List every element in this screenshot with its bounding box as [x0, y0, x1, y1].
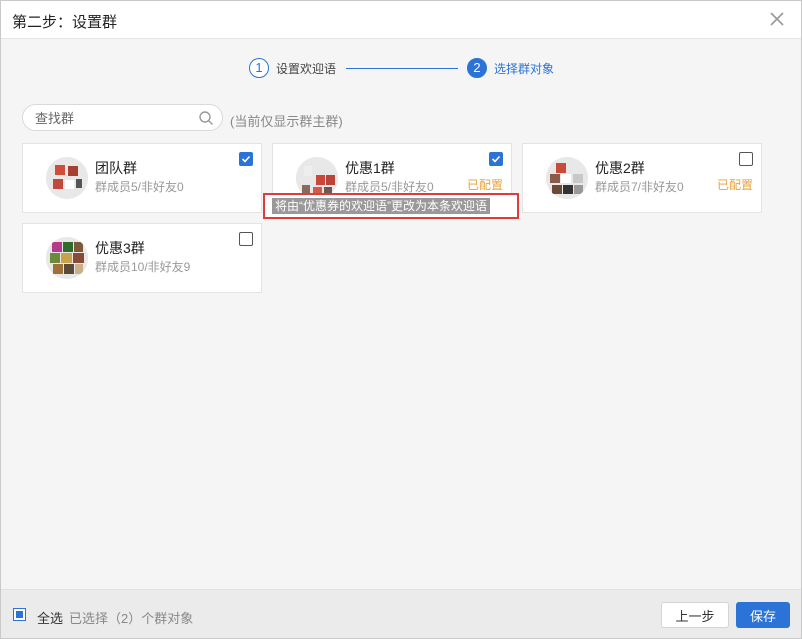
- group-checkbox[interactable]: [239, 152, 253, 166]
- title-bar: 第二步：设置群: [1, 1, 801, 39]
- step-1-label: 设置欢迎语: [276, 62, 337, 76]
- group-name: 团队群: [95, 160, 137, 176]
- group-checkbox[interactable]: [489, 152, 503, 166]
- welcome-change-tooltip: 将由“优惠券的欢迎语”更改为本条欢迎语: [272, 198, 490, 214]
- group-member-count: 群成员10/非好友9: [95, 260, 191, 274]
- select-all-label[interactable]: 全选: [37, 608, 63, 627]
- step-connector: [346, 68, 458, 69]
- step-2-number: 2: [467, 58, 487, 78]
- selected-count-text: 已选择（2）个群对象: [69, 611, 194, 626]
- save-button[interactable]: 保存: [736, 602, 790, 628]
- search-input[interactable]: [35, 109, 195, 127]
- set-group-dialog: 第二步：设置群 1 设置欢迎语 2 选择群对象 (当前仅显示群主群) 团队群 群…: [0, 0, 802, 639]
- group-avatar: [546, 157, 588, 199]
- group-checkbox[interactable]: [739, 152, 753, 166]
- dialog-title: 第二步：设置群: [12, 14, 118, 31]
- configured-badge: 已配置: [466, 178, 503, 192]
- group-name: 优惠1群: [345, 160, 395, 176]
- group-card-promo-2[interactable]: 优惠2群 群成员7/非好友0 已配置: [522, 143, 762, 213]
- step-1-number: 1: [249, 58, 269, 78]
- step-2-label: 选择群对象: [494, 62, 555, 76]
- group-card-team[interactable]: 团队群 群成员5/非好友0: [22, 143, 262, 213]
- configured-badge: 已配置: [716, 178, 753, 192]
- step-indicator: 1 设置欢迎语 2 选择群对象: [1, 57, 801, 79]
- group-name: 优惠2群: [595, 160, 645, 176]
- group-avatar: [46, 237, 88, 279]
- group-card-promo-3[interactable]: 优惠3群 群成员10/非好友9: [22, 223, 262, 293]
- group-avatar: [46, 157, 88, 199]
- group-search: [22, 104, 223, 131]
- group-member-count: 群成员5/非好友0: [95, 180, 184, 194]
- close-icon[interactable]: [767, 9, 787, 29]
- search-hint: (当前仅显示群主群): [230, 114, 343, 129]
- previous-step-button[interactable]: 上一步: [661, 602, 729, 628]
- select-all-checkbox[interactable]: [13, 608, 26, 621]
- dialog-footer: 全选 已选择（2）个群对象 上一步 保存: [1, 589, 801, 638]
- group-name: 优惠3群: [95, 240, 145, 256]
- highlighted-tooltip: 将由“优惠券的欢迎语”更改为本条欢迎语: [263, 193, 519, 219]
- group-checkbox[interactable]: [239, 232, 253, 246]
- group-member-count: 群成员7/非好友0: [595, 180, 684, 194]
- search-icon[interactable]: [198, 110, 214, 126]
